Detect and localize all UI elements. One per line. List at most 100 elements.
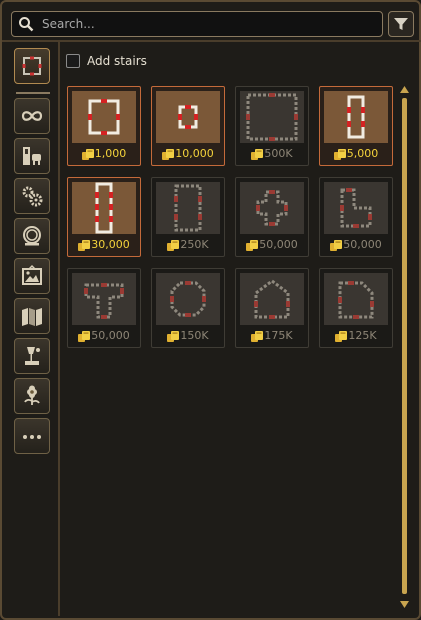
room-tile-narrow-rect[interactable]: 5,000 — [319, 86, 393, 166]
room-tile-t-shape[interactable]: 50,000 — [67, 268, 141, 348]
door-marker — [101, 315, 107, 319]
category-plants[interactable] — [14, 378, 50, 414]
room-outline — [178, 105, 198, 129]
door-marker — [284, 205, 288, 211]
door-marker — [101, 131, 107, 135]
coins-icon — [251, 330, 264, 342]
door-marker — [347, 107, 351, 113]
room-tile-cut-corner[interactable]: 125K — [319, 268, 393, 348]
flower-icon — [24, 385, 40, 405]
category-mechanics[interactable] — [14, 178, 50, 214]
door-marker — [347, 121, 351, 127]
price-label: 1,000 — [68, 145, 140, 163]
room-thumbnail — [72, 182, 136, 234]
search-icon — [19, 17, 34, 32]
item-list-area: Add stairs 1,000 10,000 500K 5,000 30,000 250… — [60, 42, 417, 616]
door-marker — [294, 114, 298, 120]
door-marker — [198, 214, 202, 220]
room-thumbnail — [156, 273, 220, 325]
filter-icon — [394, 18, 408, 30]
category-more[interactable] — [14, 418, 50, 454]
coins-icon — [167, 239, 180, 251]
category-decor[interactable] — [14, 218, 50, 254]
door-marker — [185, 125, 191, 129]
price-label: 50,000 — [68, 327, 140, 345]
door-marker — [269, 137, 275, 141]
room-tile-l-shape[interactable]: 50,000 — [319, 177, 393, 257]
room-tile-square[interactable]: 1,000 — [67, 86, 141, 166]
coins-icon — [251, 148, 264, 160]
filter-button[interactable] — [388, 11, 414, 37]
coins-icon — [78, 239, 91, 251]
scrollbar-thumb[interactable] — [402, 98, 407, 594]
room-thumbnail — [156, 91, 220, 143]
category-infinite[interactable] — [14, 98, 50, 134]
room-tile-large-square[interactable]: 500K — [235, 86, 309, 166]
door-marker — [256, 205, 260, 211]
door-marker — [88, 114, 92, 120]
door-marker — [340, 205, 344, 211]
search-field[interactable] — [11, 11, 383, 37]
scrollbar[interactable] — [399, 84, 409, 612]
room-tile-small-square[interactable]: 10,000 — [151, 86, 225, 166]
room-outline — [347, 95, 365, 139]
door-marker — [198, 196, 202, 202]
room-tile-long-narrow[interactable]: 30,000 — [67, 177, 141, 257]
door-marker — [254, 301, 258, 307]
door-marker — [269, 93, 275, 97]
add-stairs-checkbox[interactable] — [66, 54, 80, 68]
door-marker — [185, 313, 191, 317]
scroll-down-arrow-icon[interactable] — [399, 600, 410, 610]
room-thumbnail — [240, 91, 304, 143]
room-thumbnail — [324, 91, 388, 143]
room-outline — [88, 99, 120, 135]
room-thumbnail — [72, 91, 136, 143]
room-outline — [95, 182, 113, 234]
room-tile-house[interactable]: 175K — [235, 268, 309, 348]
price-value: 150K — [180, 329, 209, 342]
door-marker — [95, 204, 99, 210]
add-stairs-label: Add stairs — [87, 54, 147, 68]
door-marker — [370, 301, 374, 307]
room-tile-octagon[interactable]: 150K — [151, 268, 225, 348]
room-outline — [338, 281, 374, 319]
category-walls[interactable] — [14, 298, 50, 334]
door-marker — [368, 214, 372, 220]
wall-panel-icon — [22, 308, 42, 326]
price-value: 50,000 — [343, 238, 382, 251]
floor-plan-icon — [22, 56, 42, 76]
price-label: 250K — [152, 236, 224, 254]
door-marker — [202, 296, 206, 302]
door-marker — [178, 114, 182, 120]
price-value: 125K — [348, 329, 377, 342]
door-marker — [101, 283, 107, 287]
door-marker — [174, 214, 178, 220]
price-value: 50,000 — [91, 329, 130, 342]
category-lighting[interactable] — [14, 338, 50, 374]
price-value: 250K — [180, 238, 209, 251]
room-tile-tall-rect[interactable]: 250K — [151, 177, 225, 257]
room-tile-cross[interactable]: 50,000 — [235, 177, 309, 257]
search-input[interactable] — [42, 15, 372, 33]
door-marker — [353, 315, 359, 319]
room-outline — [256, 190, 288, 226]
category-paintings[interactable] — [14, 258, 50, 294]
coins-icon — [333, 148, 346, 160]
door-marker — [353, 224, 359, 228]
category-furniture[interactable] — [14, 138, 50, 174]
door-marker — [185, 105, 191, 109]
room-thumbnail — [240, 273, 304, 325]
room-thumbnail — [324, 182, 388, 234]
room-outline — [84, 283, 124, 319]
room-thumbnail — [156, 182, 220, 234]
scroll-up-arrow-icon[interactable] — [399, 84, 410, 94]
category-floor-plans[interactable] — [14, 48, 50, 84]
price-label: 150K — [152, 327, 224, 345]
door-marker — [269, 190, 275, 194]
door-marker — [269, 315, 275, 319]
door-marker — [109, 192, 113, 198]
coins-icon — [162, 148, 175, 160]
door-marker — [348, 281, 354, 285]
price-value: 5,000 — [346, 147, 379, 160]
price-value: 30,000 — [91, 238, 130, 251]
